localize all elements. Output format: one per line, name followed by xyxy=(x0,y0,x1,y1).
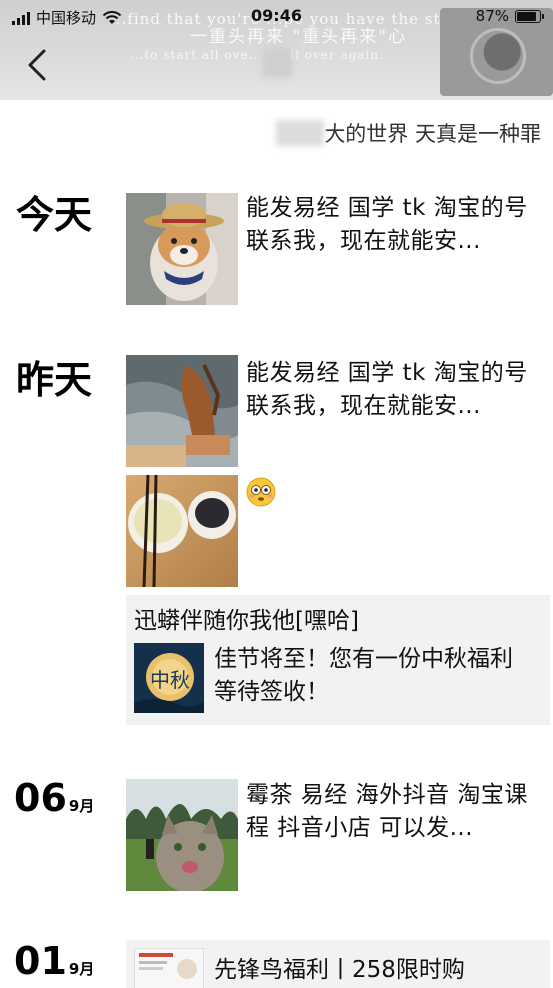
link-thumbnail xyxy=(134,948,204,988)
flushed-face-emoji-icon xyxy=(246,477,276,507)
battery-icon xyxy=(515,9,544,23)
link-title: 先锋鸟福利丨258限时购 xyxy=(214,957,465,983)
battery-percent: 87% xyxy=(475,7,509,25)
cover-caption-line3: ...to start all ove... ...all over again… xyxy=(130,48,384,62)
cat-photo xyxy=(126,779,238,891)
post-thumbnail-dog[interactable] xyxy=(126,193,238,305)
date-day: 06 xyxy=(14,776,67,820)
share-article-title: 佳节将至！您有一份中秋福利等待签收！ xyxy=(214,646,513,705)
status-right: 87% xyxy=(475,7,544,25)
bowls-photo xyxy=(126,475,238,587)
post-thumbnail-horse[interactable] xyxy=(126,355,238,467)
post-thumbnail-cat[interactable] xyxy=(126,779,238,891)
post-text[interactable]: 能发易经 国学 tk 淘宝的号联系我，现在就能安... xyxy=(246,357,546,423)
svg-text:中秋: 中秋 xyxy=(150,668,190,692)
post-thumbnail-bowls[interactable] xyxy=(126,475,238,587)
profile-name-redacted xyxy=(262,48,292,78)
profile-signature: 大的世界 天真是一种罪 xyxy=(276,118,541,148)
promo-thumbnail xyxy=(135,949,203,988)
horse-photo xyxy=(126,355,238,467)
date-label-sep01: 01 9月 xyxy=(14,942,94,980)
signature-text: 大的世界 天真是一种罪 xyxy=(324,122,541,146)
status-bar: 中国移动 09:46 87% xyxy=(0,0,553,32)
share-caption: 迅蟒伴随你我他[嘿哈] xyxy=(134,608,359,634)
signature-redacted xyxy=(276,120,325,146)
post-text[interactable]: 能发易经 国学 tk 淘宝的号联系我，现在就能安... xyxy=(246,192,546,258)
share-content: 中秋 佳节将至！您有一份中秋福利等待签收！ xyxy=(134,643,534,713)
date-day: 01 xyxy=(14,939,67,983)
date-label-today: 今天 xyxy=(16,193,93,237)
shared-article-card[interactable]: 迅蟒伴随你我他[嘿哈] 中秋 佳节将至！您有一份中秋福利等待签收！ xyxy=(126,595,550,725)
clock: 09:46 xyxy=(251,6,302,25)
battery-level xyxy=(517,11,537,21)
dog-photo xyxy=(126,193,238,305)
date-month: 9月 xyxy=(68,797,95,815)
date-month: 9月 xyxy=(68,960,95,978)
date-label-sep06: 06 9月 xyxy=(14,779,94,817)
shared-link-card[interactable]: 先锋鸟福利丨258限时购 xyxy=(126,940,550,988)
chevron-left-icon[interactable] xyxy=(24,48,54,82)
post-text[interactable]: 霉茶 易经 海外抖音 淘宝课程 抖音小店 可以发... xyxy=(246,779,546,845)
mid-autumn-thumbnail: 中秋 xyxy=(134,643,204,713)
date-label-yesterday: 昨天 xyxy=(16,358,93,402)
